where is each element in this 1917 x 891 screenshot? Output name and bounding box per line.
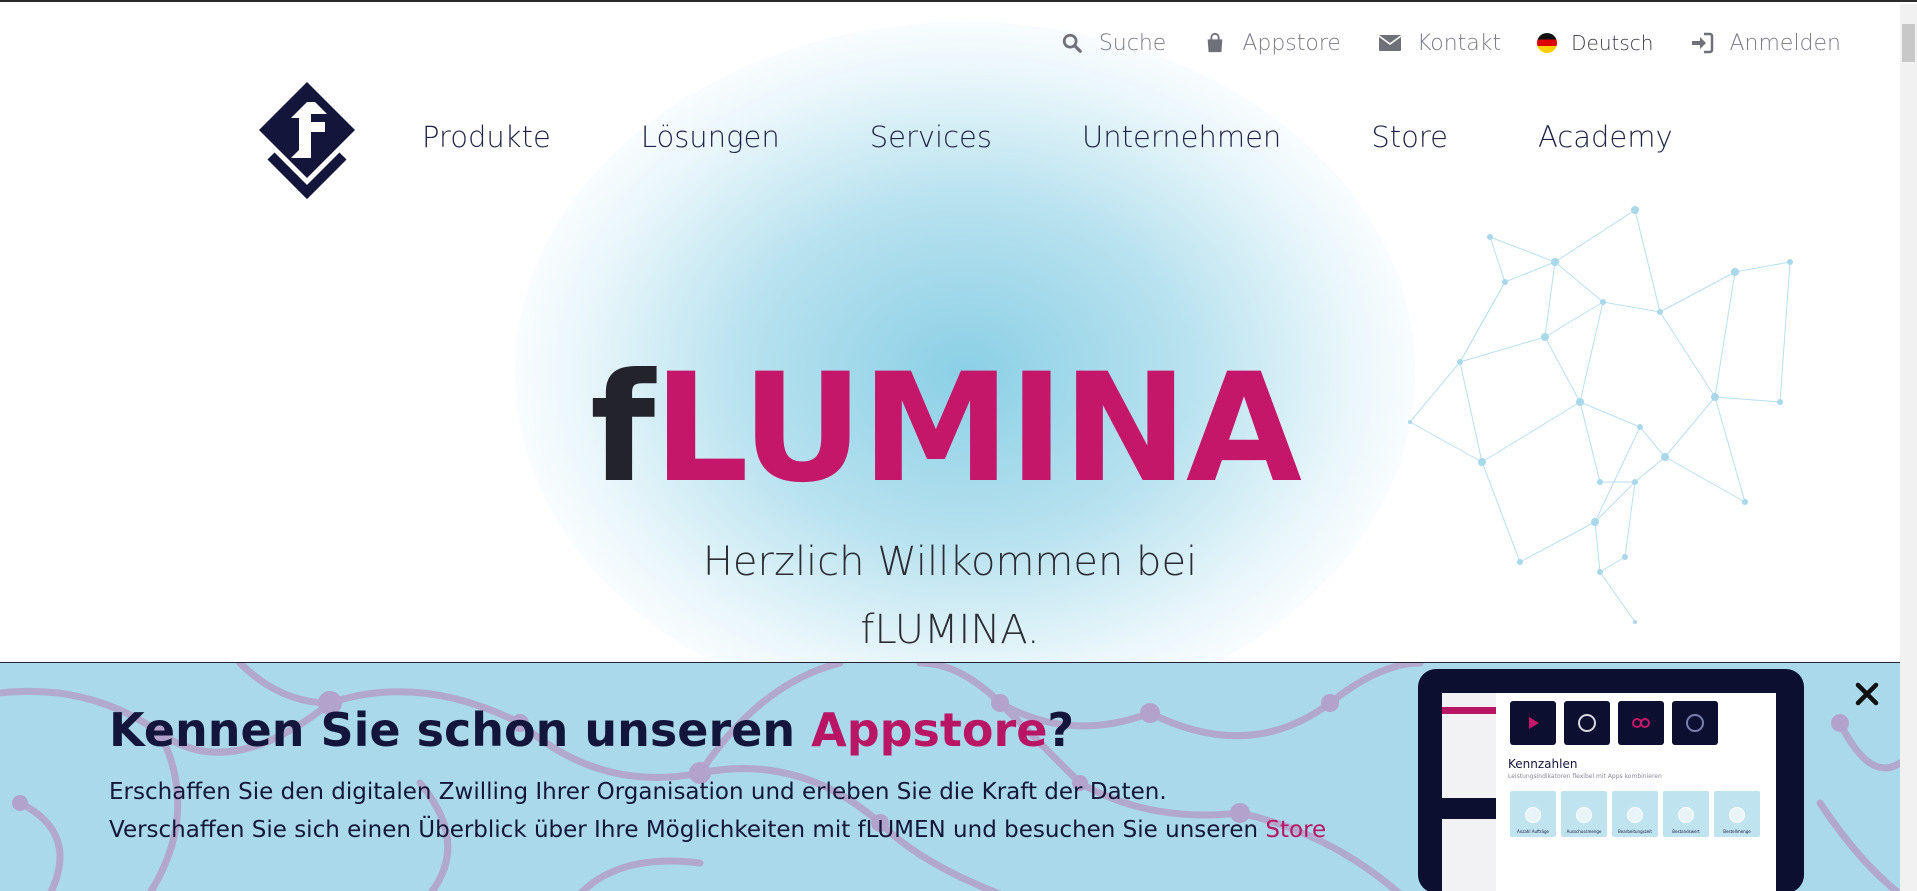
login-link[interactable]: Anmelden	[1689, 30, 1841, 56]
play-icon	[1529, 717, 1539, 729]
nav-item-academy[interactable]: Academy	[1538, 120, 1673, 154]
network-icon	[1686, 714, 1704, 732]
tablet-subheading: Leistungsindikatoren flexibel mit Apps k…	[1508, 773, 1662, 780]
banner-heading-end: ?	[1047, 703, 1075, 757]
kpi-icon	[1525, 807, 1541, 823]
tablet-mockup: Kennzahlen Leistungsindikatoren flexibel…	[1418, 669, 1804, 891]
app-tile	[1564, 701, 1610, 745]
tablet-heading: Kennzahlen	[1508, 757, 1578, 771]
shopping-bag-icon	[1202, 30, 1228, 56]
search-icon	[1059, 30, 1085, 56]
nav-item-services[interactable]: Services	[870, 120, 992, 154]
kpi-card: Ausschussmenge	[1561, 791, 1607, 837]
kpi-icon	[1627, 807, 1643, 823]
gear-icon	[1578, 714, 1596, 732]
language-selector[interactable]: Deutsch	[1537, 31, 1653, 55]
nav-item-produkte[interactable]: Produkte	[422, 120, 551, 154]
appstore-link[interactable]: Appstore	[1202, 30, 1341, 56]
vertical-scrollbar[interactable]	[1900, 4, 1917, 891]
kpi-label: Ausschussmenge	[1566, 829, 1602, 834]
utility-bar: Suche Appstore Kontakt Deutsch Anmelden	[1059, 30, 1841, 56]
kpi-label: Bearbeitungszeit	[1618, 829, 1652, 834]
banner-heading-text: Kennen Sie schon unseren	[109, 703, 812, 757]
app-tile	[1618, 701, 1664, 745]
appstore-banner: Kennen Sie schon unseren Appstore? Ersch…	[0, 662, 1900, 891]
tablet-screen: Kennzahlen Leistungsindikatoren flexibel…	[1442, 693, 1776, 891]
kpi-card: Bestandswert	[1663, 791, 1709, 837]
language-label: Deutsch	[1571, 31, 1654, 55]
app-tile	[1672, 701, 1718, 745]
banner-heading-accent: Appstore	[811, 703, 1048, 757]
kpi-label: Anzahl Aufträge	[1516, 829, 1549, 834]
envelope-icon	[1377, 30, 1403, 56]
hero-subtitle: Herzlich Willkommen bei fLUMINA.	[0, 528, 1900, 664]
search-link[interactable]: Suche	[1059, 30, 1166, 56]
contact-link[interactable]: Kontakt	[1377, 30, 1501, 56]
main-nav: Produkte Lösungen Services Unternehmen S…	[422, 120, 1673, 154]
nav-item-store[interactable]: Store	[1371, 120, 1448, 154]
tablet-kpi-grid: Anzahl Aufträge Ausschussmenge Bearbeitu…	[1510, 791, 1760, 837]
banner-heading: Kennen Sie schon unseren Appstore?	[109, 703, 1074, 757]
banner-text-line2-prefix: Verschaffen Sie sich einen Überblick übe…	[109, 817, 1266, 843]
flumina-logo[interactable]	[255, 80, 359, 208]
search-label: Suche	[1098, 30, 1167, 56]
banner-store-link[interactable]: Store	[1265, 817, 1326, 843]
appstore-label: Appstore	[1242, 30, 1341, 56]
kpi-card: Anzahl Aufträge	[1510, 791, 1556, 837]
sign-in-icon	[1689, 30, 1715, 56]
banner-text-line1: Erschaffen Sie den digitalen Zwilling Ih…	[109, 779, 1167, 805]
kpi-icon	[1729, 807, 1745, 823]
hero-title: fLUMINA	[0, 354, 1890, 504]
contact-label: Kontakt	[1416, 30, 1502, 56]
login-label: Anmelden	[1729, 30, 1841, 56]
kpi-card: Bestellmenge	[1714, 791, 1760, 837]
nav-item-loesungen[interactable]: Lösungen	[641, 120, 780, 154]
nav-item-unternehmen[interactable]: Unternehmen	[1082, 120, 1281, 154]
kpi-label: Bestellmenge	[1723, 829, 1751, 834]
banner-text-line2: Verschaffen Sie sich einen Überblick übe…	[109, 811, 1326, 849]
link-icon	[1632, 718, 1650, 728]
tablet-sidebar	[1442, 693, 1496, 891]
german-flag-icon	[1537, 33, 1558, 53]
kpi-label: Bestandswert	[1672, 829, 1700, 834]
app-tile	[1510, 701, 1556, 745]
close-icon[interactable]	[1852, 679, 1882, 709]
hero-title-prefix: f	[589, 342, 655, 516]
page: Suche Appstore Kontakt Deutsch Anmelden	[0, 0, 1917, 891]
kpi-card: Bearbeitungszeit	[1612, 791, 1658, 837]
banner-text: Erschaffen Sie den digitalen Zwilling Ih…	[109, 773, 1326, 849]
hero-subtitle-line1: Herzlich Willkommen bei	[702, 539, 1198, 585]
kpi-icon	[1678, 807, 1694, 823]
tablet-app-tiles	[1510, 701, 1718, 745]
hero-subtitle-line2: fLUMINA.	[860, 607, 1040, 653]
kpi-icon	[1576, 807, 1592, 823]
scrollbar-thumb[interactable]	[1902, 24, 1915, 62]
hero-title-rest: LUMINA	[653, 342, 1302, 516]
